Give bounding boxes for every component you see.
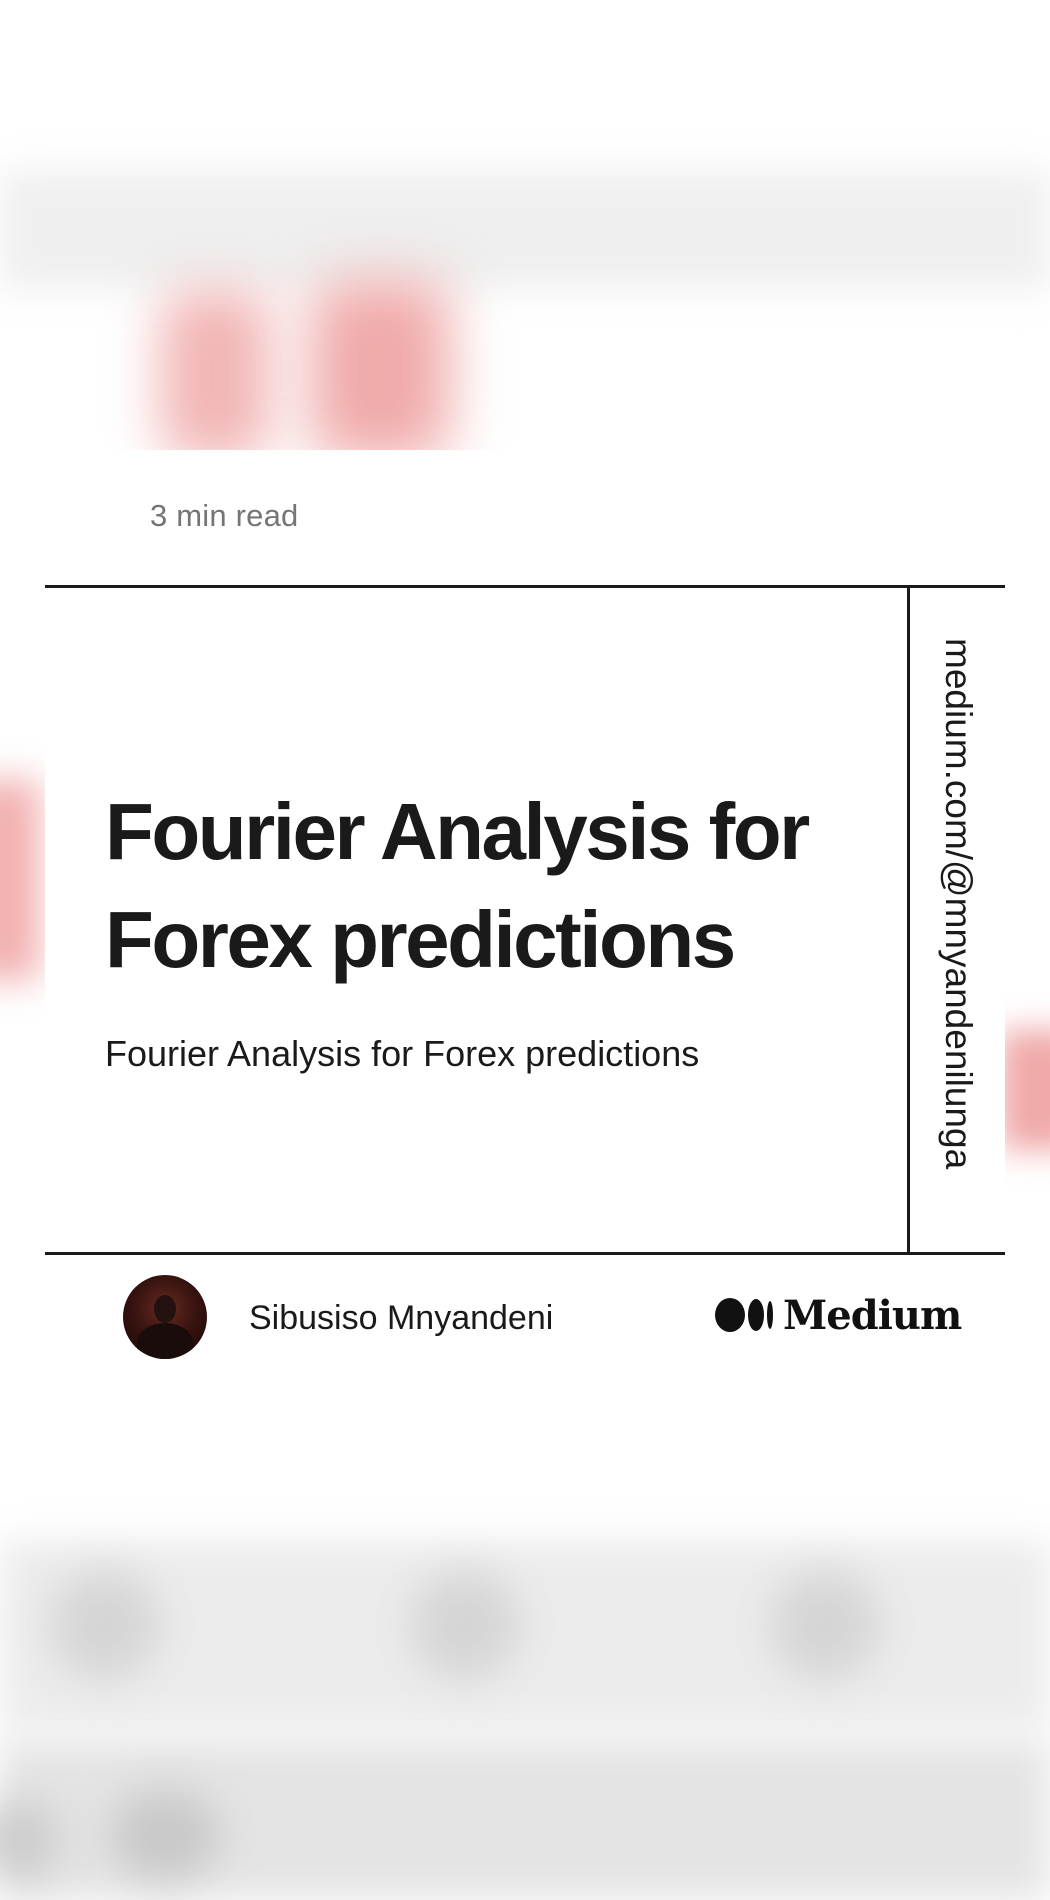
read-time: 3 min read <box>150 498 299 533</box>
medium-logo-icon <box>715 1298 773 1332</box>
medium-wordmark: Medium <box>783 1291 962 1339</box>
article-share-card[interactable]: 3 min read Fourier Analysis for Forex pr… <box>0 450 1050 1375</box>
author-name[interactable]: Sibusiso Mnyandeni <box>249 1299 553 1338</box>
article-subtitle: Fourier Analysis for Forex predictions <box>105 1033 700 1074</box>
medium-logo[interactable]: Medium <box>715 1290 962 1340</box>
card-footer: Sibusiso Mnyandeni Medium <box>45 1255 1005 1375</box>
card-header: 3 min read <box>45 450 1005 585</box>
blurred-background-shape <box>50 1570 160 1680</box>
article-headline[interactable]: Fourier Analysis for Forex predictions <box>105 778 885 994</box>
avatar-silhouette-body <box>137 1323 193 1359</box>
side-url-column: medium.com/@mnyandenilunga <box>910 588 1005 1252</box>
author-profile-url[interactable]: medium.com/@mnyandenilunga <box>937 638 979 1169</box>
author-avatar[interactable] <box>123 1275 207 1359</box>
blurred-background-shape <box>160 290 270 460</box>
blurred-background-shape <box>770 1570 880 1680</box>
card-frame: Fourier Analysis for Forex predictions F… <box>45 585 1005 1255</box>
blurred-background-band <box>0 170 1050 290</box>
blurred-background-shape <box>410 1570 520 1680</box>
blurred-background-shape <box>310 280 450 460</box>
avatar-silhouette-head <box>154 1295 176 1323</box>
